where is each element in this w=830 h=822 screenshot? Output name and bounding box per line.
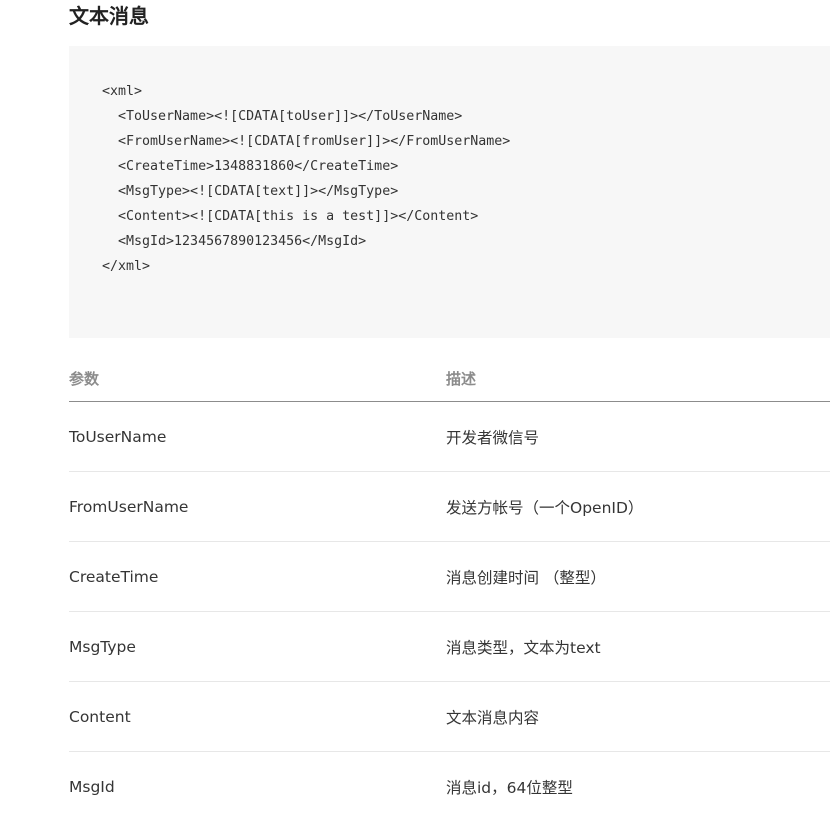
param-name: ToUserName	[69, 401, 446, 472]
code-line: <FromUserName><![CDATA[fromUser]]></From…	[102, 134, 511, 149]
param-desc: 发送方帐号（一个OpenID）	[446, 471, 830, 542]
param-desc: 文本消息内容	[446, 681, 830, 752]
code-line: <CreateTime>1348831860</CreateTime>	[102, 159, 399, 174]
table-row: Content 文本消息内容	[69, 681, 830, 752]
code-line: <Content><![CDATA[this is a test]]></Con…	[102, 209, 479, 224]
code-line: <xml>	[102, 84, 143, 99]
table-row: MsgId 消息id，64位整型	[69, 752, 830, 822]
code-line: <MsgType><![CDATA[text]]></MsgType>	[102, 184, 399, 199]
param-name: FromUserName	[69, 471, 446, 542]
table-header-row: 参数 描述	[69, 356, 830, 402]
table-row: FromUserName 发送方帐号（一个OpenID）	[69, 471, 830, 542]
table-row: MsgType 消息类型，文本为text	[69, 611, 830, 682]
xml-code-block: <xml> <ToUserName><![CDATA[toUser]]></To…	[69, 46, 830, 338]
code-line: <ToUserName><![CDATA[toUser]]></ToUserNa…	[102, 109, 463, 124]
param-desc: 消息类型，文本为text	[446, 611, 830, 682]
table-row: CreateTime 消息创建时间 （整型）	[69, 541, 830, 612]
header-param: 参数	[69, 356, 446, 402]
header-desc: 描述	[446, 356, 830, 402]
param-name: MsgType	[69, 611, 446, 682]
code-line: </xml>	[102, 259, 151, 274]
table-row: ToUserName 开发者微信号	[69, 401, 830, 472]
param-name: Content	[69, 681, 446, 752]
param-desc: 消息创建时间 （整型）	[446, 541, 830, 612]
code-line: <MsgId>1234567890123456</MsgId>	[102, 234, 367, 249]
section-title: 文本消息	[69, 4, 149, 28]
params-table: 参数 描述 ToUserName 开发者微信号 FromUserName 发送方…	[69, 356, 830, 821]
param-name: MsgId	[69, 777, 115, 796]
param-desc: 消息id，64位整型	[446, 778, 573, 797]
param-name: CreateTime	[69, 541, 446, 612]
param-desc: 开发者微信号	[446, 401, 830, 472]
